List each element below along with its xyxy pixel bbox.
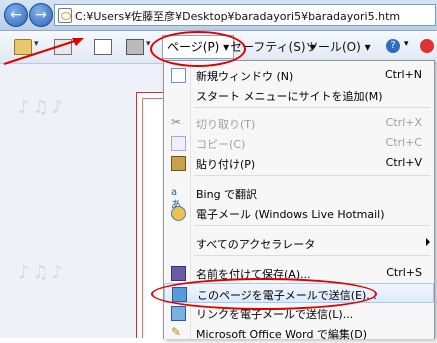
menu-separator [194, 175, 430, 176]
paste-icon [171, 156, 186, 171]
music-notes-decoration: ♪♫♪ [18, 97, 67, 118]
menu-item-email-hotmail[interactable]: 電子メール (Windows Live Hotmail) [164, 203, 434, 223]
tools-menu-button[interactable]: ツール(O) ▾ [306, 38, 371, 55]
submenu-arrow-icon [426, 238, 430, 246]
annotation-arrow-icon [3, 38, 84, 65]
help-icon[interactable]: ? [386, 39, 400, 53]
back-button[interactable]: ← [4, 3, 28, 27]
word-edit-icon: ✎ [171, 325, 182, 339]
menu-item-paste[interactable]: 貼り付け(P) Ctrl+V [164, 153, 434, 173]
translate-icon: aあ [171, 187, 181, 211]
new-window-icon [171, 68, 186, 83]
menu-item-copy[interactable]: コピー(C) Ctrl+C [164, 133, 434, 153]
print-icon[interactable] [126, 39, 144, 55]
annotation-circle-send-page [151, 278, 377, 310]
annotation-circle-page-menu [150, 31, 246, 67]
menu-item-edit-with-word[interactable]: ✎ Microsoft Office Word で編集(D) [164, 323, 434, 343]
page-icon [58, 8, 72, 23]
url-text: C:¥Users¥佐藤至彦¥Desktop¥baradayori5¥barada… [75, 10, 401, 23]
help-dropdown-arrow-icon[interactable]: ▾ [404, 39, 409, 49]
menu-item-new-window[interactable]: 新規ウィンドウ (N) Ctrl+N [164, 65, 434, 85]
music-notes-decoration: ♪♫♪ [18, 262, 67, 283]
menu-item-translate-bing[interactable]: aあ Bing で翻訳 [164, 183, 434, 211]
send-link-icon [171, 306, 186, 321]
save-icon [171, 266, 186, 281]
menu-item-cut[interactable]: ✂ 切り取り(T) Ctrl+X [164, 113, 434, 133]
cut-icon: ✂ [171, 115, 182, 129]
address-bar: ← → C:¥Users¥佐藤至彦¥Desktop¥baradayori5¥ba… [0, 0, 437, 31]
mail-icon[interactable] [94, 39, 112, 55]
menu-item-add-to-start-menu[interactable]: スタート メニューにサイトを追加(M) [164, 85, 434, 105]
menu-separator [194, 107, 430, 108]
menu-separator [194, 225, 430, 226]
research-icon[interactable] [420, 39, 434, 53]
menu-separator [194, 255, 430, 256]
email-accelerator-icon [171, 206, 186, 221]
menu-item-all-accelerators[interactable]: すべてのアクセラレータ [164, 233, 434, 253]
copy-icon [171, 136, 186, 151]
url-input[interactable]: C:¥Users¥佐藤至彦¥Desktop¥baradayori5¥barada… [54, 4, 436, 26]
forward-button[interactable]: → [29, 3, 53, 27]
